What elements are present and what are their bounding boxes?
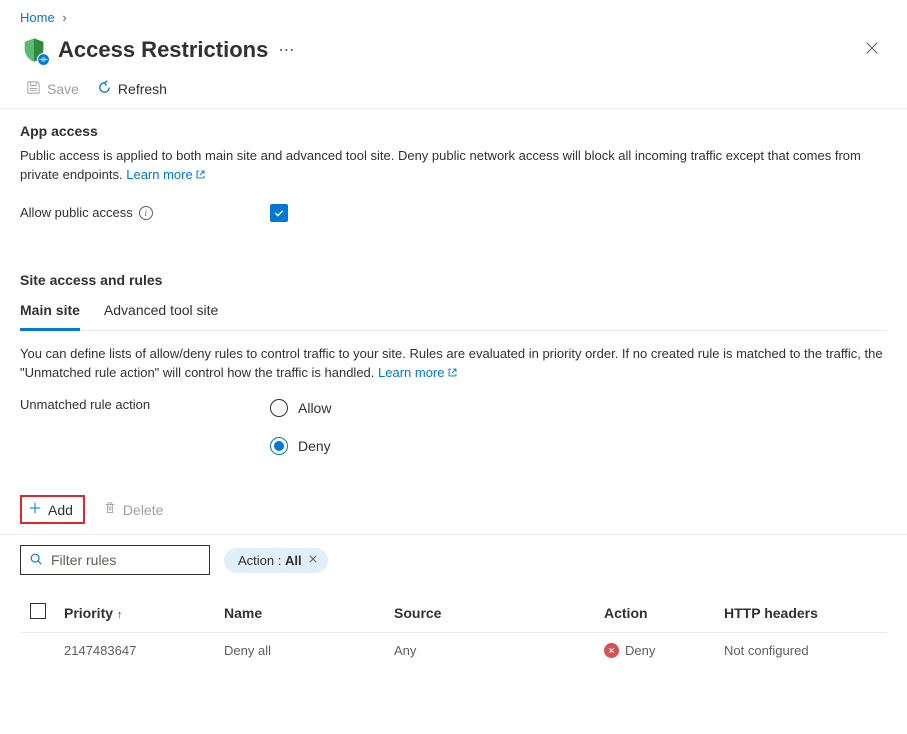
select-all-checkbox[interactable] bbox=[30, 603, 46, 619]
col-source[interactable]: Source bbox=[390, 593, 600, 633]
breadcrumb-home-link[interactable]: Home bbox=[20, 10, 55, 25]
unmatched-rule-field: Unmatched rule action Allow Deny bbox=[20, 393, 887, 475]
tab-main-site[interactable]: Main site bbox=[20, 296, 80, 331]
allow-public-access-field: Allow public access i bbox=[20, 204, 887, 222]
rule-command-row: Add Delete bbox=[20, 495, 887, 524]
deny-icon bbox=[604, 643, 619, 658]
refresh-icon bbox=[97, 80, 112, 98]
radio-allow[interactable] bbox=[270, 399, 288, 417]
filter-chip-action[interactable]: Action : All bbox=[224, 548, 328, 573]
trash-icon bbox=[103, 501, 117, 518]
external-link-icon bbox=[447, 365, 458, 384]
col-name[interactable]: Name bbox=[220, 593, 390, 633]
search-icon bbox=[29, 552, 43, 569]
radio-deny[interactable] bbox=[270, 437, 288, 455]
col-action[interactable]: Action bbox=[600, 593, 720, 633]
title-row: Access Restrictions ⋯ bbox=[20, 35, 887, 64]
filter-rules-input[interactable]: Filter rules bbox=[20, 545, 210, 575]
tab-advanced-tool-site[interactable]: Advanced tool site bbox=[104, 296, 218, 330]
unmatched-rule-label: Unmatched rule action bbox=[20, 393, 270, 412]
chip-remove-icon[interactable] bbox=[308, 553, 318, 567]
allow-public-access-checkbox[interactable] bbox=[270, 204, 288, 222]
col-priority[interactable]: Priority bbox=[64, 605, 113, 621]
cell-action: Deny bbox=[600, 633, 720, 669]
radio-allow-label: Allow bbox=[298, 400, 331, 416]
refresh-button[interactable]: Refresh bbox=[97, 80, 167, 98]
more-ellipsis-button[interactable]: ⋯ bbox=[278, 40, 296, 60]
app-access-learn-more-link[interactable]: Learn more bbox=[126, 167, 205, 182]
cell-name: Deny all bbox=[220, 633, 390, 669]
cell-http: Not configured bbox=[720, 633, 887, 669]
cell-source: Any bbox=[390, 633, 600, 669]
rules-table: Priority ↑ Name Source Action HTTP heade… bbox=[20, 593, 887, 668]
sort-asc-icon: ↑ bbox=[117, 609, 123, 621]
cell-priority: 2147483647 bbox=[60, 633, 220, 669]
plus-icon bbox=[28, 501, 42, 518]
delete-button[interactable]: Delete bbox=[103, 501, 163, 518]
filter-row: Filter rules Action : All bbox=[20, 545, 887, 575]
site-tabs: Main site Advanced tool site bbox=[20, 296, 887, 331]
save-button[interactable]: Save bbox=[26, 80, 79, 98]
app-access-desc: Public access is applied to both main si… bbox=[20, 147, 887, 186]
save-icon bbox=[26, 80, 41, 98]
add-button[interactable]: Add bbox=[20, 495, 85, 524]
command-toolbar: Save Refresh bbox=[20, 78, 887, 108]
chevron-right-icon: › bbox=[62, 10, 66, 25]
site-rules-desc: You can define lists of allow/deny rules… bbox=[20, 345, 887, 384]
info-icon[interactable]: i bbox=[139, 206, 153, 220]
radio-allow-row: Allow bbox=[270, 399, 331, 417]
external-link-icon bbox=[195, 167, 206, 186]
site-rules-heading: Site access and rules bbox=[20, 272, 887, 288]
page-title: Access Restrictions bbox=[58, 37, 268, 63]
close-button[interactable] bbox=[857, 35, 887, 64]
shield-icon bbox=[20, 36, 48, 64]
table-row[interactable]: 2147483647 Deny all Any Deny Not configu… bbox=[20, 633, 887, 669]
col-http-headers[interactable]: HTTP headers bbox=[720, 593, 887, 633]
radio-deny-row: Deny bbox=[270, 437, 331, 455]
table-header-row: Priority ↑ Name Source Action HTTP heade… bbox=[20, 593, 887, 633]
site-rules-learn-more-link[interactable]: Learn more bbox=[378, 365, 457, 380]
radio-deny-label: Deny bbox=[298, 438, 331, 454]
breadcrumb: Home › bbox=[20, 0, 887, 29]
allow-public-access-label: Allow public access i bbox=[20, 205, 270, 220]
app-access-heading: App access bbox=[20, 123, 887, 139]
filter-placeholder: Filter rules bbox=[51, 552, 116, 568]
